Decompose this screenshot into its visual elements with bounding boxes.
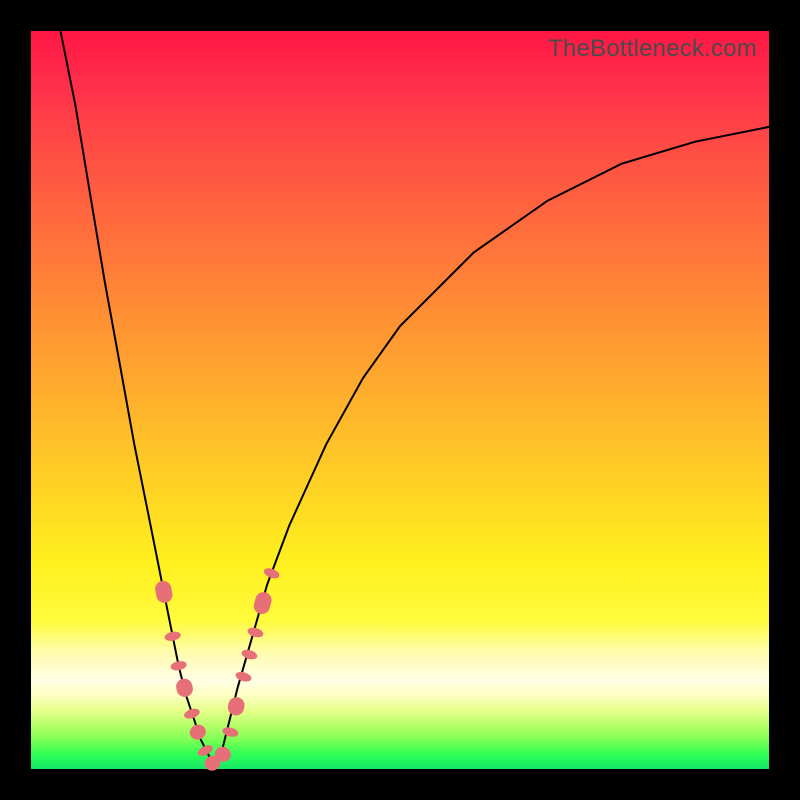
bead: [235, 670, 253, 683]
bead: [252, 590, 274, 616]
bead: [221, 726, 239, 739]
bead: [246, 626, 264, 639]
curve-left-curve: [61, 31, 216, 769]
chart-frame: TheBottleneck.com: [0, 0, 800, 800]
curve-right-curve: [216, 127, 770, 769]
plot-area: TheBottleneck.com: [31, 31, 769, 769]
bead: [262, 566, 280, 580]
curves-svg: [31, 31, 769, 769]
bead: [164, 630, 182, 642]
bead: [170, 660, 188, 672]
bead: [226, 695, 246, 717]
bead-layer: [154, 566, 281, 773]
curve-layer: [61, 31, 770, 769]
bead: [240, 648, 258, 661]
bead: [154, 579, 174, 604]
bead: [188, 723, 208, 742]
bead: [174, 677, 194, 699]
bead: [183, 707, 201, 721]
